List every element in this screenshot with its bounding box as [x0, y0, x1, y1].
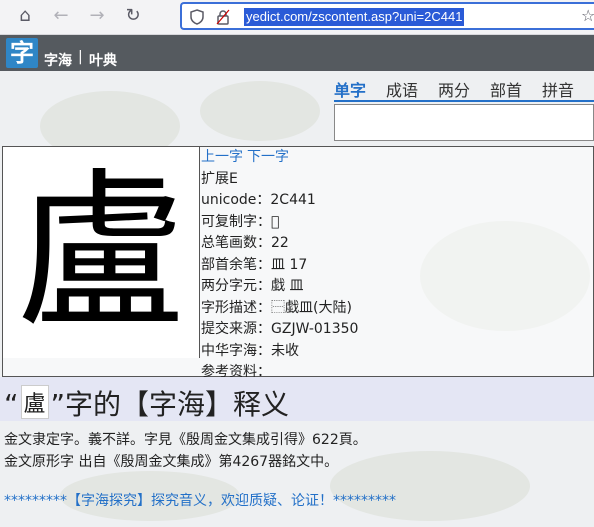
character-panel: 盧 上一字 下一字 扩展E unicode：2C441 可复制字：𬑁 总笔画数：2…: [2, 146, 594, 380]
title-open-quote: “: [4, 388, 19, 421]
site-subtitle-link[interactable]: 叶典: [89, 50, 117, 70]
title-char: 盧: [20, 385, 49, 419]
tab-underline: [334, 100, 594, 102]
tab-radical[interactable]: 部首: [490, 77, 522, 101]
reload-icon[interactable]: ↻: [122, 5, 144, 27]
prev-char-link[interactable]: 上一字: [201, 149, 243, 165]
title-text: ”字的【字海】释义: [50, 388, 290, 421]
site-logo[interactable]: 字: [6, 38, 38, 68]
back-icon[interactable]: ←: [50, 5, 72, 27]
home-icon[interactable]: ⌂: [14, 5, 36, 27]
info-line-block: 扩展E: [201, 170, 238, 187]
background-map-shape: [330, 451, 530, 521]
site-name-link[interactable]: 字海: [44, 50, 72, 70]
background-map-shape: [200, 81, 320, 141]
lock-icon[interactable]: [216, 9, 232, 25]
search-input[interactable]: [334, 104, 594, 141]
tab-single-char[interactable]: 单字: [334, 77, 366, 101]
probe-link[interactable]: *********【字海探究】探究音义，欢迎质疑、论证！*********: [4, 490, 396, 510]
info-line-unicode: unicode：2C441: [201, 192, 316, 208]
site-separator: |: [78, 49, 83, 65]
character-info-list: 上一字 下一字 扩展E unicode：2C441 可复制字：𬑁 总笔画数：22 …: [201, 147, 591, 384]
info-line-shape-description: 字形描述：⿱戱皿(大陆): [201, 299, 352, 316]
address-bar[interactable]: yedict.com/zscontent.asp?uni=2C441: [180, 2, 594, 30]
page-body: 单字 成语 两分 部首 拼音 盧 上一字 下一字 扩展E unicode：2C44…: [0, 71, 594, 527]
tab-two-part[interactable]: 两分: [438, 77, 470, 101]
definition-paragraph: 金文原形字 出自《殷周金文集成》第4267器銘文中。: [4, 454, 339, 470]
forward-icon[interactable]: →: [86, 5, 108, 27]
info-line-source: 提交来源：GZJW-01350: [201, 321, 359, 337]
info-line-radical: 部首余笔：皿 17: [201, 256, 308, 273]
star-icon[interactable]: ☆: [581, 6, 594, 25]
site-header: 字 字海 | 叶典: [0, 35, 594, 71]
definition-paragraph: 金文隶定字。義不詳。字見《殷周金文集成引得》622頁。: [4, 432, 367, 448]
character-glyph: 盧: [3, 147, 200, 358]
prev-next-links: 上一字 下一字: [201, 147, 591, 169]
definition-title: “盧 ”字的【字海】释义: [4, 383, 289, 423]
tab-idiom[interactable]: 成语: [386, 77, 418, 101]
url-text[interactable]: yedict.com/zscontent.asp?uni=2C441: [244, 8, 465, 26]
info-line-copy-char: 可复制字：𬑁: [201, 213, 280, 230]
browser-toolbar: ⌂ ← → ↻ yedict.com/zscontent.asp?uni=2C4…: [0, 0, 594, 35]
next-char-link[interactable]: 下一字: [247, 149, 289, 165]
definition-heading-band: “盧 ”字的【字海】释义: [0, 377, 594, 421]
info-line-components: 两分字元：戱 皿: [201, 278, 304, 294]
tab-pinyin[interactable]: 拼音: [542, 77, 574, 101]
shield-icon[interactable]: [190, 9, 206, 25]
info-line-zhonghua: 中华字海：未收: [201, 342, 299, 359]
info-line-stroke-count: 总笔画数：22: [201, 235, 289, 251]
